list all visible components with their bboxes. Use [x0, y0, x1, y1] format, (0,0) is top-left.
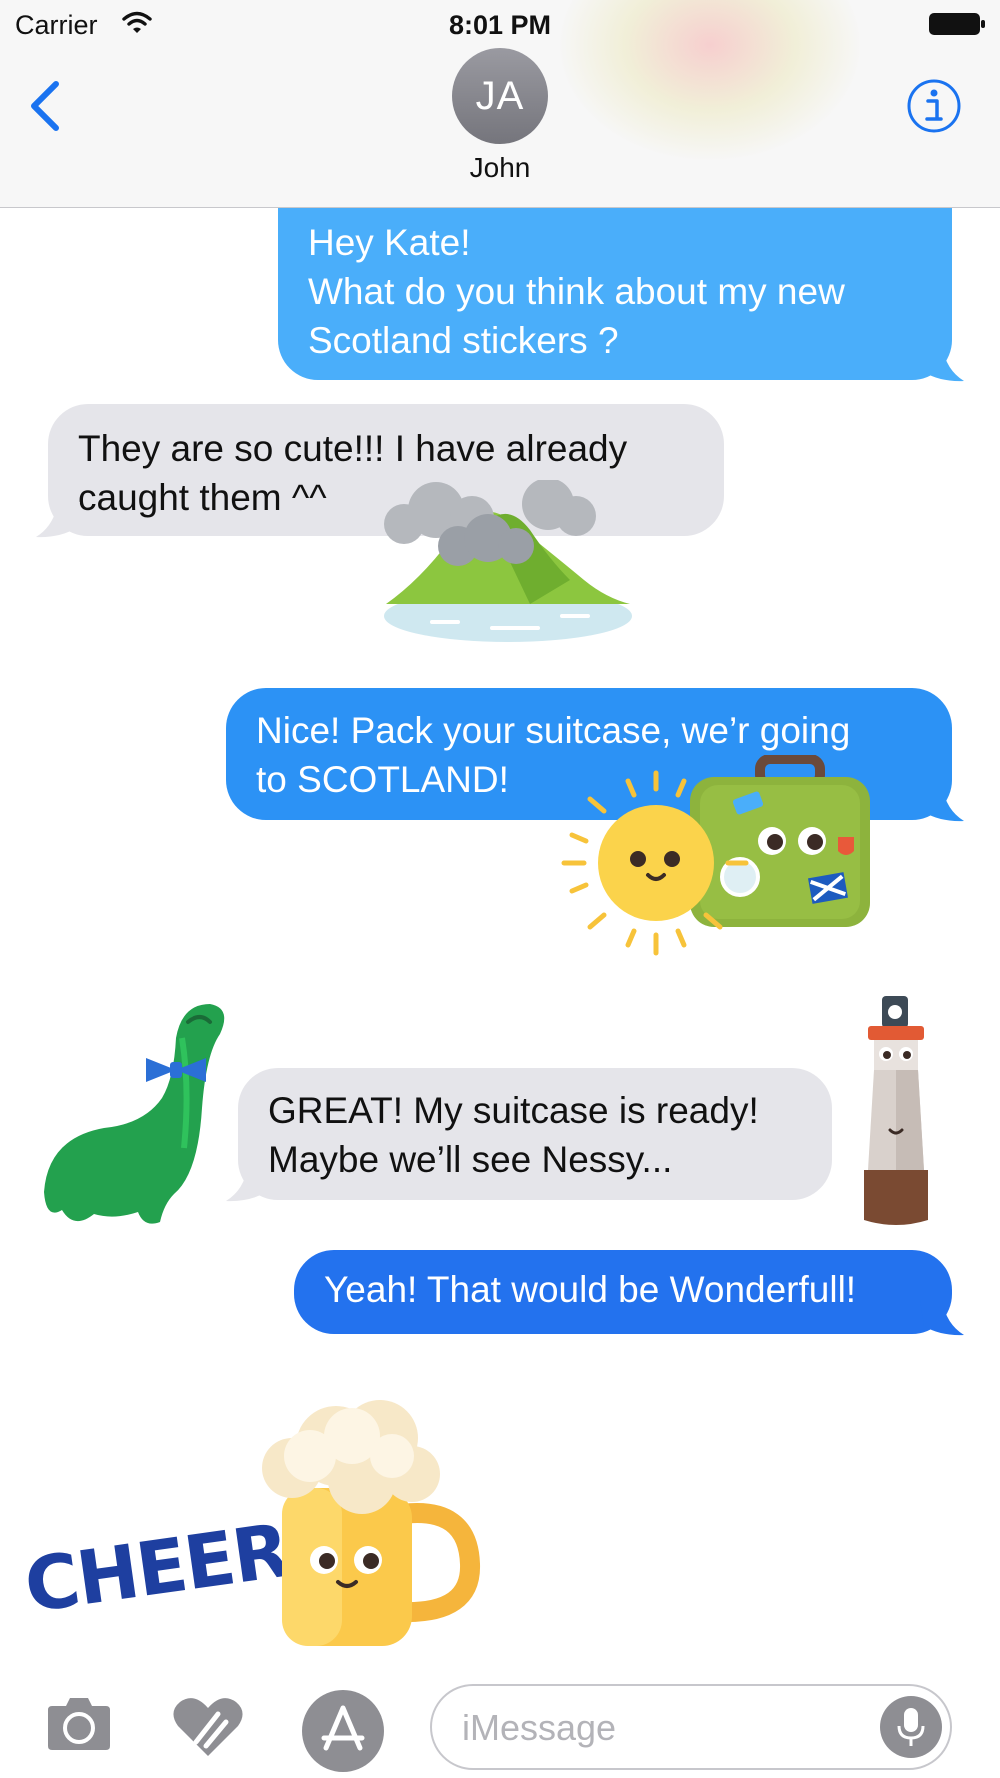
lighthouse-sticker[interactable]	[856, 990, 936, 1230]
message-line: Yeah! That would be Wonderfull!	[324, 1269, 857, 1310]
message-line: Scotland stickers ?	[308, 320, 619, 361]
microphone-icon[interactable]	[880, 1696, 942, 1758]
chevron-left-icon[interactable]	[26, 78, 66, 134]
sun-suitcase-sticker[interactable]	[560, 755, 880, 965]
nessie-sticker[interactable]	[34, 998, 230, 1230]
status-bar: Carrier 8:01 PM	[0, 0, 1000, 50]
message-line: GREAT! My suitcase is ready!	[268, 1090, 759, 1131]
message-bubble-outgoing[interactable]: Yeah! That would be Wonderfull!	[294, 1250, 952, 1334]
appstore-icon[interactable]	[302, 1690, 384, 1772]
island-sticker[interactable]	[380, 480, 640, 646]
message-line: Nice! Pack your suitcase, we’r going	[256, 710, 851, 751]
bubble-tail	[920, 346, 964, 382]
bubble-tail	[920, 786, 964, 822]
info-icon[interactable]	[906, 78, 962, 134]
battery-icon	[929, 13, 985, 35]
beer-mug-sticker[interactable]	[252, 1396, 482, 1650]
avatar[interactable]: JA	[452, 48, 548, 144]
message-line: Hey Kate!	[308, 222, 471, 263]
message-bubble-incoming[interactable]: GREAT! My suitcase is ready! Maybe we’ll…	[238, 1068, 832, 1200]
message-bubble-outgoing[interactable]: Hey Kate! What do you think about my new…	[278, 208, 952, 380]
bubble-tail	[920, 1300, 964, 1336]
bubble-tail	[226, 1166, 270, 1202]
message-line: Maybe we’ll see Nessy...	[268, 1139, 673, 1180]
heart-touch-icon[interactable]	[172, 1696, 244, 1758]
camera-icon[interactable]	[44, 1696, 114, 1752]
message-line: What do you think about my new	[308, 271, 845, 312]
message-line: They are so cute!!! I have already	[78, 428, 628, 469]
status-time: 8:01 PM	[448, 10, 552, 40]
contact-name[interactable]: John	[0, 152, 1000, 184]
message-input-container[interactable]	[430, 1684, 952, 1770]
bubble-tail	[36, 502, 80, 538]
message-input[interactable]	[462, 1702, 842, 1754]
